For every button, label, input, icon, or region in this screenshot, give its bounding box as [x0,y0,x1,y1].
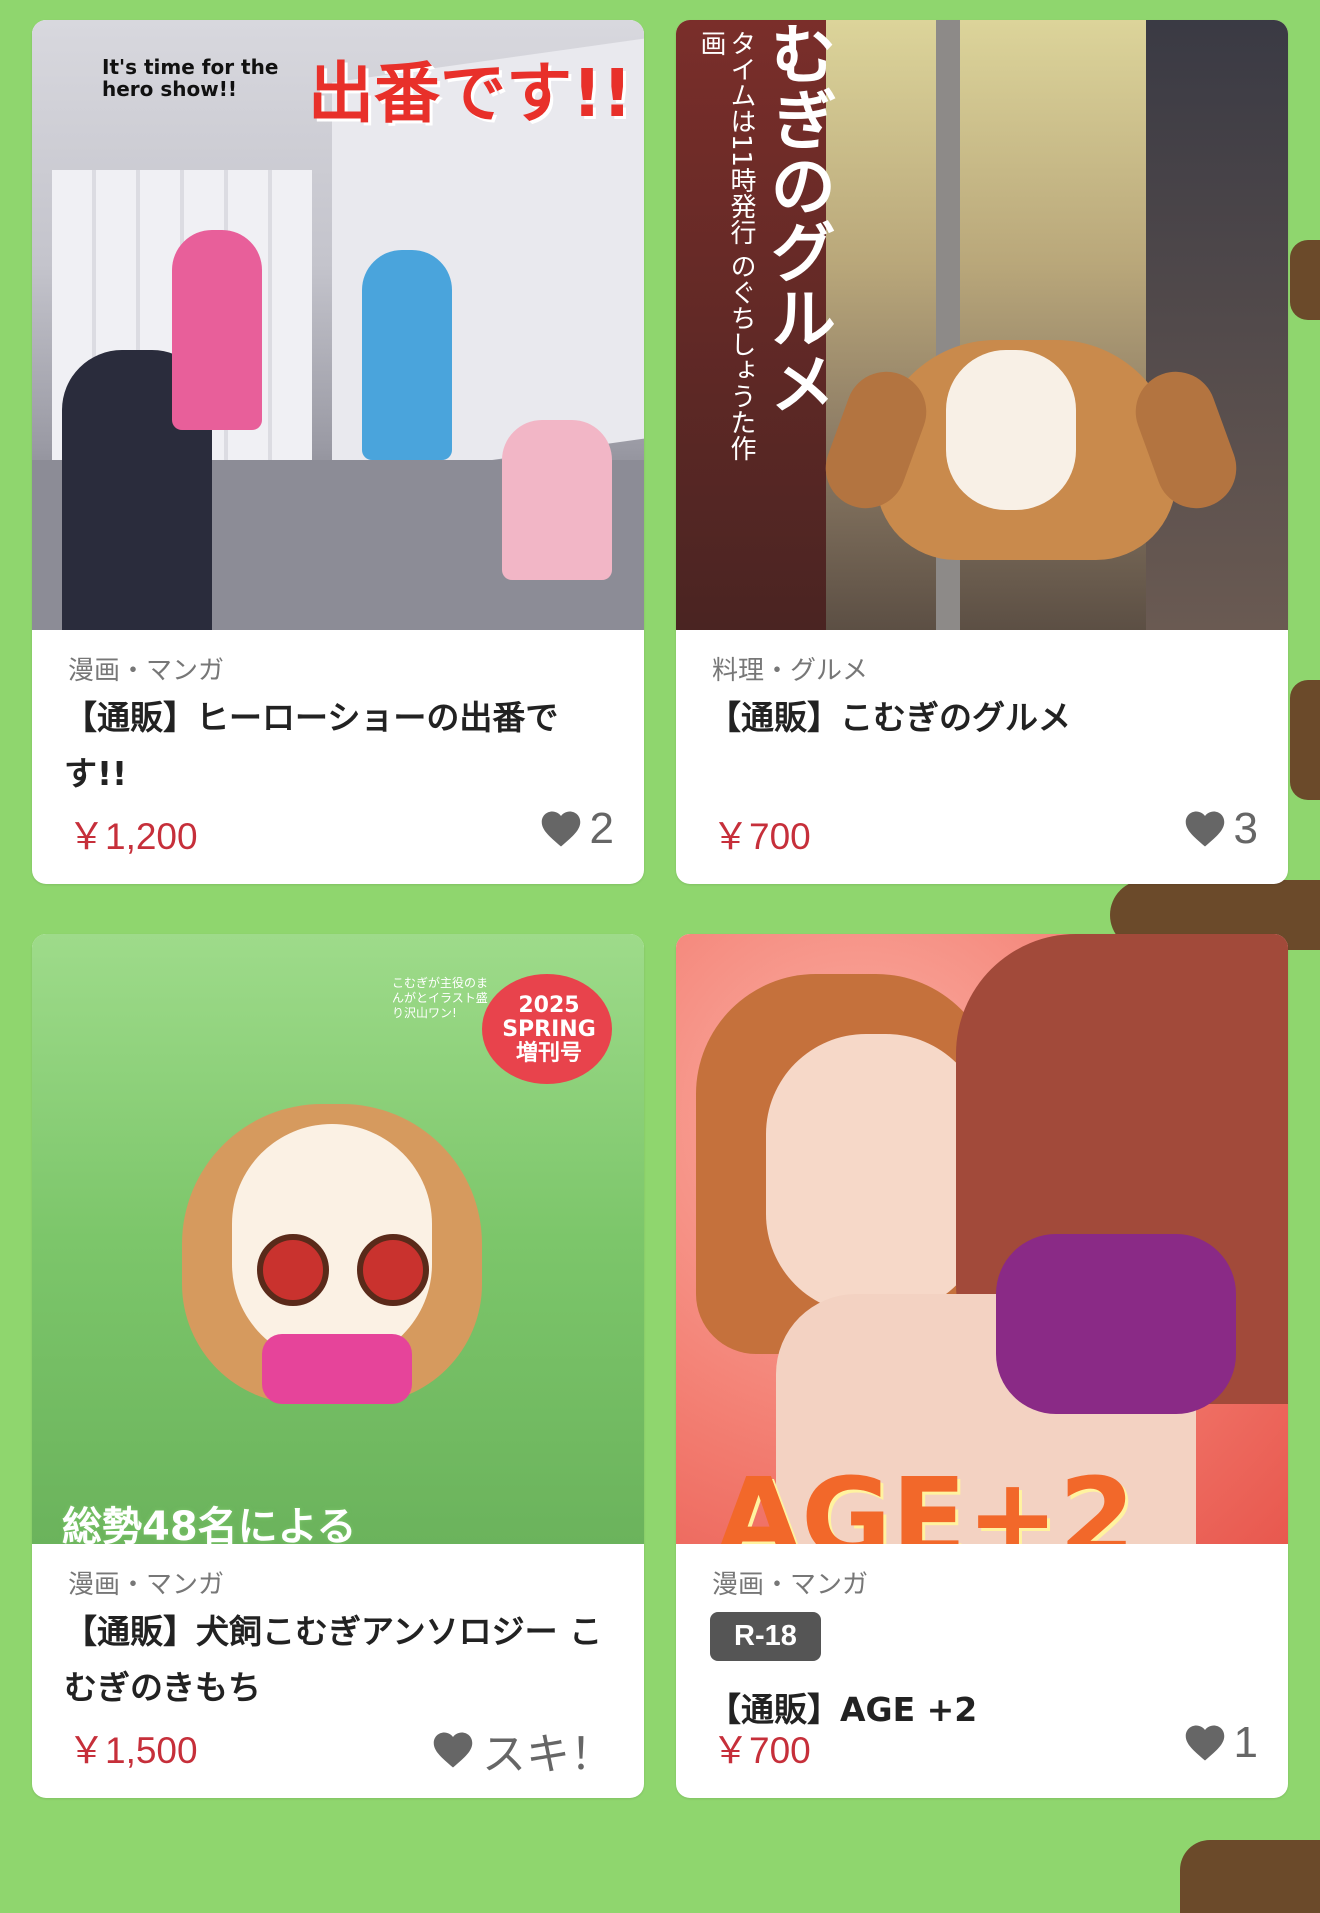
heart-icon [432,1730,474,1770]
product-info: 料理・グルメ 【通販】こむぎのグルメ ￥700 3 [676,630,1288,884]
like-button[interactable]: 1 [1184,1718,1258,1768]
product-thumbnail[interactable]: むぎのグルメ タイムは11時発行 のぐちしょうた作画 [676,20,1288,630]
product-category: 漫画・マンガ [68,656,225,686]
like-button[interactable]: 2 [540,804,614,854]
product-thumbnail[interactable]: It's time for the hero show!! 出番です!! [32,20,644,630]
product-info: 漫画・マンガ 【通販】ヒーローショーの出番です!! ￥1,200 2 [32,630,644,884]
cover-title: むぎのグルメ [759,20,836,416]
cover-footer-text: 総勢48名による [62,1504,357,1544]
like-count: 2 [589,804,614,853]
product-price: ￥700 [712,1730,811,1771]
like-count: スキ！ [482,1730,614,1779]
cover-subtitle: タイムは11時発行 のぐちしょうた作画 [696,30,756,462]
product-thumbnail[interactable]: AGE+2 [676,934,1288,1544]
product-thumbnail[interactable]: 2025 SPRING 増刊号 こむぎが主役のまんがとイラスト盛り沢山ワン! 総… [32,934,644,1544]
like-button[interactable]: 3 [1184,804,1258,854]
product-category: 漫画・マンガ [68,1570,225,1600]
product-title[interactable]: 【通販】こむぎのグルメ [708,690,1258,746]
product-card[interactable]: むぎのグルメ タイムは11時発行 のぐちしょうた作画 料理・グルメ 【通販】こむ… [676,20,1288,884]
product-card[interactable]: AGE+2 漫画・マンガ R-18 【通販】AGE +2 ￥700 1 [676,934,1288,1798]
heart-icon [1184,809,1226,849]
cover-subtitle: It's time for the hero show!! [102,55,279,101]
product-title[interactable]: 【通販】犬飼こむぎアンソロジー こむぎのきもち [64,1604,614,1716]
product-price: ￥700 [712,816,811,857]
product-price: ￥1,200 [68,816,198,857]
product-card[interactable]: It's time for the hero show!! 出番です!! 漫画・… [32,20,644,884]
like-count: 3 [1233,804,1258,853]
product-info: 漫画・マンガ 【通販】犬飼こむぎアンソロジー こむぎのきもち ￥1,500 スキ… [32,1544,644,1798]
product-category: 漫画・マンガ [712,1570,869,1600]
product-card[interactable]: 2025 SPRING 増刊号 こむぎが主役のまんがとイラスト盛り沢山ワン! 総… [32,934,644,1798]
cover-badge: 2025 SPRING 増刊号 [502,993,596,1066]
r18-badge: R-18 [710,1612,821,1661]
product-info: 漫画・マンガ R-18 【通販】AGE +2 ￥700 1 [676,1544,1288,1798]
product-grid: It's time for the hero show!! 出番です!! 漫画・… [0,0,1320,1913]
product-price: ￥1,500 [68,1730,198,1771]
like-count: 1 [1233,1718,1258,1767]
heart-icon [1184,1723,1226,1763]
product-title[interactable]: 【通販】ヒーローショーの出番です!! [64,690,614,802]
cover-subtitle: こむぎが主役のまんがとイラスト盛り沢山ワン! [392,976,489,1020]
like-button[interactable]: スキ！ [432,1718,614,1782]
heart-icon [540,809,582,849]
cover-title: AGE+2 [716,1454,1136,1544]
cover-title: 出番です!! [308,55,633,132]
product-category: 料理・グルメ [712,656,869,686]
